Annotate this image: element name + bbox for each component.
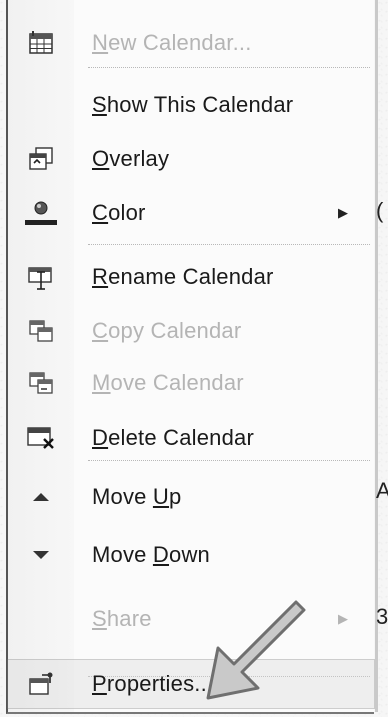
menu-item-rename-calendar[interactable]: Rename Calendar — [8, 252, 374, 302]
menu-item-color[interactable]: Color ▶ — [8, 188, 374, 238]
menu-item-properties[interactable]: Properties... — [7, 659, 375, 709]
calendar-grid-icon — [24, 28, 58, 58]
overlay-calendar-icon — [24, 144, 58, 174]
menu-item-share[interactable]: Share ▶ — [8, 594, 374, 644]
menu-item-label: Properties... — [92, 671, 214, 696]
triangle-down-icon — [24, 540, 58, 570]
menu-item-label: Copy Calendar — [92, 318, 242, 343]
menu-item-label: Move Down — [92, 542, 210, 567]
screenshot: New Calendar... Show This Calendar Overl… — [0, 0, 388, 717]
menu-item-label: Overlay — [92, 146, 170, 171]
properties-icon — [24, 669, 58, 699]
annotation-arrow-icon — [206, 600, 306, 700]
menu-item-show-this-calendar[interactable]: Show This Calendar — [8, 80, 374, 130]
delete-calendar-icon — [24, 423, 58, 453]
context-menu: New Calendar... Show This Calendar Overl… — [6, 0, 378, 714]
menu-item-move-up[interactable]: Move Up — [8, 472, 374, 522]
move-calendar-icon — [24, 368, 58, 398]
edge-fragment: ( — [376, 198, 384, 223]
menu-item-label: Color — [92, 200, 146, 225]
menu-item-label: Move Calendar — [92, 370, 244, 395]
menu-separator — [88, 244, 370, 245]
edge-fragment: 3 — [376, 604, 388, 629]
menu-item-move-calendar[interactable]: Move Calendar — [8, 358, 374, 408]
menu-item-new-calendar[interactable]: New Calendar... — [8, 18, 374, 68]
color-palette-icon — [24, 198, 58, 228]
copy-calendar-icon — [24, 316, 58, 346]
submenu-arrow-icon: ▶ — [338, 611, 348, 626]
menu-item-label: Delete Calendar — [92, 425, 254, 450]
menu-item-label: Share — [92, 606, 152, 631]
edge-fragment: A — [376, 478, 388, 503]
menu-item-copy-calendar[interactable]: Copy Calendar — [8, 306, 374, 356]
menu-item-label: Rename Calendar — [92, 264, 274, 289]
menu-item-label: New Calendar... — [92, 30, 252, 55]
submenu-arrow-icon: ▶ — [338, 205, 348, 220]
triangle-up-icon — [24, 482, 58, 512]
rename-icon — [24, 262, 58, 292]
menu-item-label: Show This Calendar — [92, 92, 294, 117]
menu-item-delete-calendar[interactable]: Delete Calendar — [8, 413, 374, 463]
menu-item-move-down[interactable]: Move Down — [8, 530, 374, 580]
menu-item-label: Move Up — [92, 484, 182, 509]
menu-item-overlay[interactable]: Overlay — [8, 134, 374, 184]
